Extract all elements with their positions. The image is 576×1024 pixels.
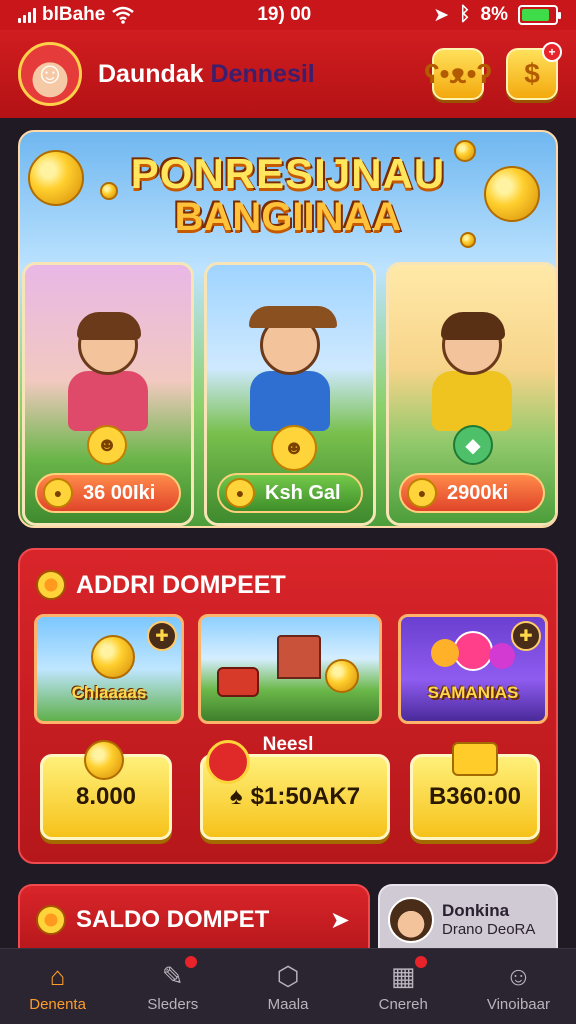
saldo-panel[interactable]: SALDO DOMPET ➤ bbox=[18, 884, 370, 954]
hero-title-line1: PONRESIJNAU bbox=[130, 150, 446, 197]
friend-name: Donkina bbox=[442, 901, 510, 920]
game-title: Chlaaaas bbox=[71, 683, 147, 702]
wallet-panel: ADDRI DOMPEET Chlaaaas ✚ SAMANIAS ✚ Nees… bbox=[18, 548, 558, 864]
ticket-icon bbox=[452, 742, 498, 776]
bluetooth-icon: ᛒ bbox=[459, 4, 471, 25]
balance-value: $1:50AK7 bbox=[250, 783, 361, 810]
tab-label: Cnereh bbox=[378, 996, 428, 1013]
status-time: 19) 00 bbox=[257, 4, 312, 25]
battery-percent: 8% bbox=[480, 4, 508, 25]
smiley-coin-icon: ☻ bbox=[271, 425, 317, 471]
status-left: blBahe bbox=[18, 4, 135, 26]
chip-icon bbox=[206, 740, 250, 784]
friend-info: Donkina Drano DeoRA bbox=[442, 900, 535, 940]
hero-card[interactable]: ☻ ● 36 00Iki bbox=[22, 262, 194, 526]
location-icon: ➤ bbox=[433, 4, 450, 26]
carrier-name: blBahe bbox=[42, 4, 106, 25]
hero-title-line2: BANGIINAA bbox=[174, 195, 402, 240]
wifi-icon bbox=[112, 6, 135, 24]
prize-amount: 2900ki bbox=[447, 481, 509, 504]
friend-subtitle: Drano DeoRA bbox=[442, 921, 536, 939]
tab-label: Denenta bbox=[29, 996, 86, 1013]
hero-card[interactable]: ☻ ● Ksh Gal bbox=[204, 262, 376, 526]
tab-label: Maala bbox=[267, 996, 309, 1013]
smiley-coin-icon: ☻ bbox=[87, 425, 127, 465]
status-right: ➤ ᛒ 8% bbox=[433, 4, 561, 27]
prize-pill[interactable]: ● 36 00Iki bbox=[35, 473, 181, 513]
coin-icon: ● bbox=[43, 478, 73, 508]
panel-title: ADDRI DOMPEET bbox=[36, 570, 286, 600]
tag-icon: ✎ bbox=[155, 956, 197, 992]
wallet-icon: ♠ bbox=[229, 783, 243, 810]
tab-center[interactable]: ⬡ Maala bbox=[230, 949, 345, 1024]
tab-home[interactable]: ⌂ Denenta bbox=[0, 949, 115, 1024]
balloon-icon bbox=[431, 639, 459, 667]
boy-character bbox=[245, 306, 337, 435]
user-name-last: Dennesil bbox=[210, 59, 315, 88]
coin-icon: ● bbox=[225, 478, 255, 508]
prize-amount: Ksh Gal bbox=[265, 481, 341, 504]
money-button[interactable]: $ + bbox=[506, 42, 562, 100]
user-avatar[interactable]: ☺ bbox=[18, 42, 82, 106]
child-character bbox=[427, 312, 517, 435]
tab-label: Sleders bbox=[147, 996, 199, 1013]
bear-button[interactable]: ʕ•ᴥ•ʔ bbox=[424, 48, 492, 100]
flower-icon bbox=[36, 570, 66, 600]
bear-icon: ʕ•ᴥ•ʔ bbox=[424, 58, 492, 89]
prize-pill[interactable]: ● Ksh Gal bbox=[217, 473, 363, 513]
app-header: ☺ Daundak Dennesil ʕ•ᴥ•ʔ $ + bbox=[0, 30, 576, 118]
tab-sliders[interactable]: ✎ Sleders bbox=[115, 949, 230, 1024]
smiley-coin-icon bbox=[325, 659, 359, 693]
notification-badge: + bbox=[542, 42, 562, 62]
balloon-icon bbox=[453, 631, 493, 671]
panel-title-text: ADDRI DOMPEET bbox=[76, 570, 286, 599]
user-name-first: Daundak bbox=[98, 59, 204, 88]
coin-stack-icon bbox=[84, 740, 124, 780]
gamepad-icon: ✚ bbox=[147, 621, 177, 651]
alert-icon: ⬡ bbox=[276, 960, 300, 991]
balloon-icon bbox=[489, 643, 515, 669]
tractor-icon bbox=[217, 667, 259, 697]
user-icon: ☺ bbox=[505, 960, 532, 991]
prize-pill[interactable]: ● 2900ki bbox=[399, 473, 545, 513]
game-thumbnail[interactable]: SAMANIAS ✚ bbox=[398, 614, 548, 724]
tab-profile[interactable]: ☺ Vinoibaar bbox=[461, 949, 576, 1024]
battery-fill bbox=[522, 9, 550, 21]
saldo-title: SALDO DOMPET bbox=[76, 906, 270, 933]
dollar-icon: $ bbox=[524, 58, 540, 89]
balance-value: 8.000 bbox=[75, 783, 137, 810]
battery-icon bbox=[518, 5, 561, 25]
girl-character bbox=[63, 312, 153, 435]
home-icon: ⌂ bbox=[49, 960, 66, 991]
balance-value: B360:00 bbox=[428, 783, 522, 810]
game-thumbnail[interactable]: Chlaaaas ✚ bbox=[34, 614, 184, 724]
friend-avatar bbox=[388, 897, 434, 943]
header-actions: ʕ•ᴥ•ʔ $ + bbox=[424, 42, 562, 100]
signal-icon bbox=[18, 7, 36, 23]
notification-dot bbox=[184, 956, 197, 968]
friend-card[interactable]: Donkina Drano DeoRA bbox=[378, 884, 558, 954]
prize-amount: 36 00Iki bbox=[83, 481, 156, 504]
grid-icon: ▦ bbox=[385, 956, 428, 992]
flower-icon bbox=[36, 905, 66, 935]
house-icon bbox=[277, 635, 321, 679]
tab-label: Vinoibaar bbox=[486, 996, 550, 1013]
tab-search[interactable]: ▦ Cnereh bbox=[346, 949, 461, 1024]
hero-title: PONRESIJNAU BANGIINAA bbox=[20, 150, 556, 240]
coin-icon: ● bbox=[407, 478, 437, 508]
hero-banner[interactable]: PONRESIJNAU BANGIINAA ☻ ● 36 00Iki ☻ ● K… bbox=[18, 130, 558, 528]
arrow-icon[interactable]: ➤ bbox=[330, 906, 350, 935]
gamepad-icon: ✚ bbox=[511, 621, 541, 651]
status-bar: blBahe 19) 00 ➤ ᛒ 8% bbox=[0, 0, 576, 30]
notification-dot bbox=[415, 956, 428, 968]
smiley-coin-icon bbox=[91, 635, 135, 679]
hero-card[interactable]: ◆ ● 2900ki bbox=[386, 262, 556, 526]
game-thumbnail[interactable] bbox=[198, 614, 382, 724]
gem-icon: ◆ bbox=[453, 425, 493, 465]
bottom-tab-bar: ⌂ Denenta ✎ Sleders ⬡ Maala ▦ Cnereh ☺ V… bbox=[0, 948, 576, 1024]
user-name: Daundak Dennesil bbox=[98, 60, 315, 89]
game-title: SAMANIAS bbox=[427, 683, 519, 702]
